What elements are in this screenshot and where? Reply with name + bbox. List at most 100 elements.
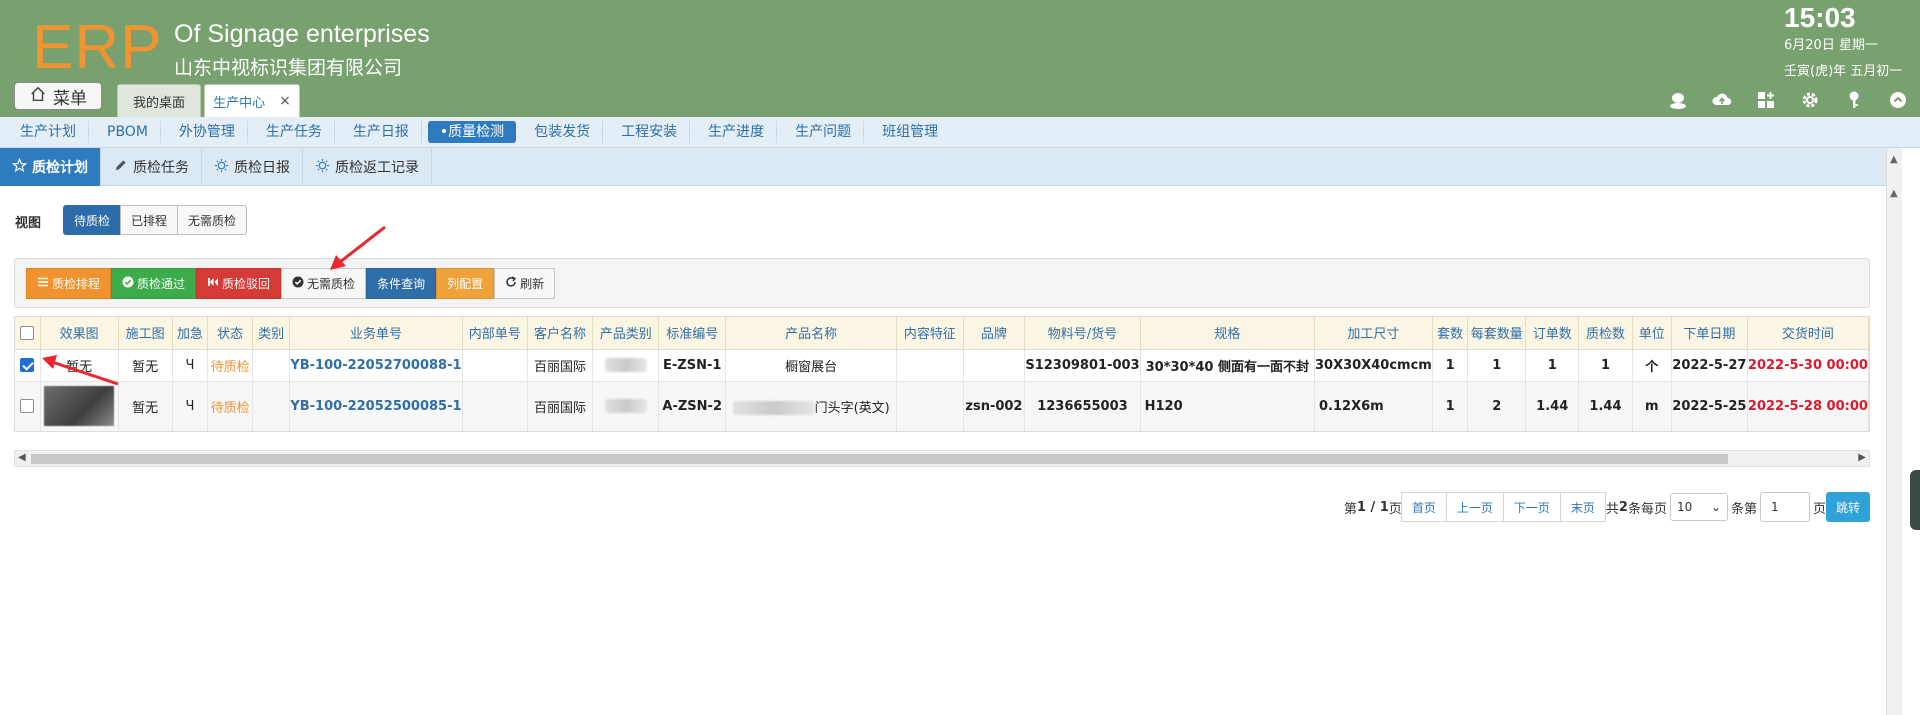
column-header[interactable]: 产品名称 xyxy=(725,317,898,350)
condition-query-button[interactable]: 条件查询 xyxy=(366,268,437,299)
qc-reject-button[interactable]: 质检驳回 xyxy=(196,268,282,299)
scroll-right-icon[interactable]: ▶ xyxy=(1858,452,1866,463)
view-scheduled[interactable]: 已排程 xyxy=(120,205,179,235)
nav-issues[interactable]: 生产问题 xyxy=(783,121,865,143)
page-indicator: 1 / 1 xyxy=(1356,499,1389,515)
vertical-scrollbar[interactable]: ▲ ▲ xyxy=(1886,148,1902,715)
construction-drawing-cell: 暂无 xyxy=(118,381,173,431)
scroll-up-icon[interactable]: ▲ xyxy=(1890,188,1898,199)
column-header[interactable]: 施工图 xyxy=(118,317,173,350)
collapse-up-icon[interactable] xyxy=(1885,87,1911,113)
subtab-qc-rework[interactable]: 质检返工记录 xyxy=(303,148,432,186)
row-checkbox[interactable] xyxy=(20,358,35,372)
nav-production-daily[interactable]: 生产日报 xyxy=(341,121,422,143)
table-row[interactable]: 暂无 暂无 Ч 待质检 YB-100-22052700088-1 百丽国际 E-… xyxy=(15,349,1869,382)
side-tool-handle[interactable] xyxy=(1910,470,1920,530)
prev-page-button[interactable]: 上一页 xyxy=(1445,492,1504,522)
company-name-en: Of Signage enterprises xyxy=(174,20,430,48)
menu-button[interactable]: 菜单 xyxy=(14,82,102,110)
nav-packaging-shipping[interactable]: 包装发货 xyxy=(522,121,604,143)
column-header[interactable]: 加工尺寸 xyxy=(1314,317,1433,350)
row-checkbox[interactable] xyxy=(20,399,35,413)
qc-qty-cell: 1 xyxy=(1578,349,1633,382)
user-icon[interactable] xyxy=(1665,87,1691,113)
nav-team[interactable]: 班组管理 xyxy=(870,121,950,143)
sub-tabs: 质检计划 质检任务 质检日报 质检返工记录 xyxy=(0,148,1888,186)
horizontal-scrollbar[interactable]: ◀ ▶ xyxy=(14,450,1870,467)
column-header[interactable]: 状态 xyxy=(207,317,253,350)
subtab-qc-task[interactable]: 质检任务 xyxy=(101,148,202,186)
cloud-upload-icon[interactable] xyxy=(1709,87,1735,113)
no-qc-button[interactable]: 无需质检 xyxy=(281,268,367,299)
column-header[interactable]: 每套数量 xyxy=(1467,317,1527,350)
goto-page-button[interactable]: 跳转 xyxy=(1825,492,1870,522)
column-header[interactable]: 订单数 xyxy=(1525,317,1580,350)
column-header[interactable]: 下单日期 xyxy=(1671,317,1748,350)
company-name-cn: 山东中视标识集团有限公司 xyxy=(174,57,403,79)
tab-production-center[interactable]: 生产中心 × xyxy=(204,84,300,117)
scroll-up-icon[interactable]: ▲ xyxy=(1890,154,1898,165)
first-page-button[interactable]: 首页 xyxy=(1400,492,1447,522)
qc-pass-button[interactable]: 质检通过 xyxy=(111,268,197,299)
nav-progress[interactable]: 生产进度 xyxy=(696,121,778,143)
select-all-checkbox[interactable] xyxy=(20,325,35,340)
column-header[interactable]: 单位 xyxy=(1632,317,1672,350)
table-row[interactable]: 暂无 Ч 待质检 YB-100-22052500085-1 百丽国际 A-ZSN… xyxy=(15,381,1869,431)
sun-icon xyxy=(214,158,229,177)
order-number-link[interactable]: YB-100-22052500085-1 xyxy=(289,381,463,431)
column-config-button[interactable]: 列配置 xyxy=(436,268,495,299)
gear-icon[interactable] xyxy=(1797,87,1823,113)
nav-production-plan[interactable]: 生产计划 xyxy=(8,121,89,143)
close-icon[interactable]: × xyxy=(279,93,291,109)
qc-schedule-button[interactable]: 质检排程 xyxy=(26,268,112,299)
column-header[interactable]: 质检数 xyxy=(1578,317,1633,350)
refresh-icon xyxy=(505,276,517,291)
subtab-label: 质检日报 xyxy=(234,160,290,176)
key-icon[interactable] xyxy=(1841,87,1867,113)
column-header[interactable]: 业务单号 xyxy=(289,317,463,350)
nav-production-task[interactable]: 生产任务 xyxy=(254,121,335,143)
column-header[interactable]: 加急 xyxy=(172,317,209,350)
scroll-left-icon[interactable]: ◀ xyxy=(18,452,26,463)
column-header[interactable]: 规格 xyxy=(1140,317,1316,350)
page-size-select[interactable]: 10 ⌄ xyxy=(1669,493,1728,521)
column-header[interactable]: 标准编号 xyxy=(658,317,727,350)
button-label: 列配置 xyxy=(447,277,484,291)
effect-thumbnail[interactable] xyxy=(44,386,115,426)
nav-quality-inspection[interactable]: •质量检测 xyxy=(427,121,517,143)
scrollbar-thumb[interactable] xyxy=(31,454,1728,464)
column-header[interactable]: 内部单号 xyxy=(462,317,528,350)
content-feature-cell xyxy=(896,381,964,431)
column-header[interactable]: 内容特征 xyxy=(896,317,964,350)
view-pending-qc[interactable]: 待质检 xyxy=(63,205,122,235)
spec-cell: 30*30*40 侧面有一面不封 xyxy=(1140,349,1316,382)
refresh-button[interactable]: 刷新 xyxy=(494,268,556,299)
column-header[interactable]: 交货时间 xyxy=(1747,317,1869,350)
column-header[interactable]: 产品类别 xyxy=(592,317,660,350)
nav-pbom[interactable]: PBOM xyxy=(95,121,161,143)
column-header[interactable]: 客户名称 xyxy=(527,317,594,350)
column-header[interactable]: 物料号/货号 xyxy=(1024,317,1141,350)
order-number-link[interactable]: YB-100-22052700088-1 xyxy=(289,349,463,382)
grid-add-icon[interactable] xyxy=(1753,87,1779,113)
brand-cell: zsn-002 xyxy=(963,381,1026,431)
column-header[interactable]: 套数 xyxy=(1432,317,1469,350)
last-page-button[interactable]: 末页 xyxy=(1559,492,1606,522)
view-label: 视图 xyxy=(15,216,42,231)
column-header[interactable]: 效果图 xyxy=(40,317,119,350)
goto-prefix: 条第 xyxy=(1730,501,1757,517)
content-feature-cell xyxy=(896,349,964,382)
column-header[interactable]: 类别 xyxy=(252,317,291,350)
chevron-down-icon: ⌄ xyxy=(1710,500,1721,514)
redacted-text xyxy=(732,401,815,415)
goto-page-input[interactable]: 1 xyxy=(1759,492,1810,522)
page-prefix: 第 xyxy=(1343,501,1357,517)
subtab-qc-plan[interactable]: 质检计划 xyxy=(0,148,101,186)
tab-my-desktop[interactable]: 我的桌面 xyxy=(117,84,201,117)
view-no-qc[interactable]: 无需质检 xyxy=(177,205,248,235)
column-header[interactable]: 品牌 xyxy=(963,317,1026,350)
next-page-button[interactable]: 下一页 xyxy=(1502,492,1561,522)
nav-installation[interactable]: 工程安装 xyxy=(609,121,691,143)
subtab-qc-daily[interactable]: 质检日报 xyxy=(202,148,303,186)
nav-outsourcing[interactable]: 外协管理 xyxy=(167,121,248,143)
